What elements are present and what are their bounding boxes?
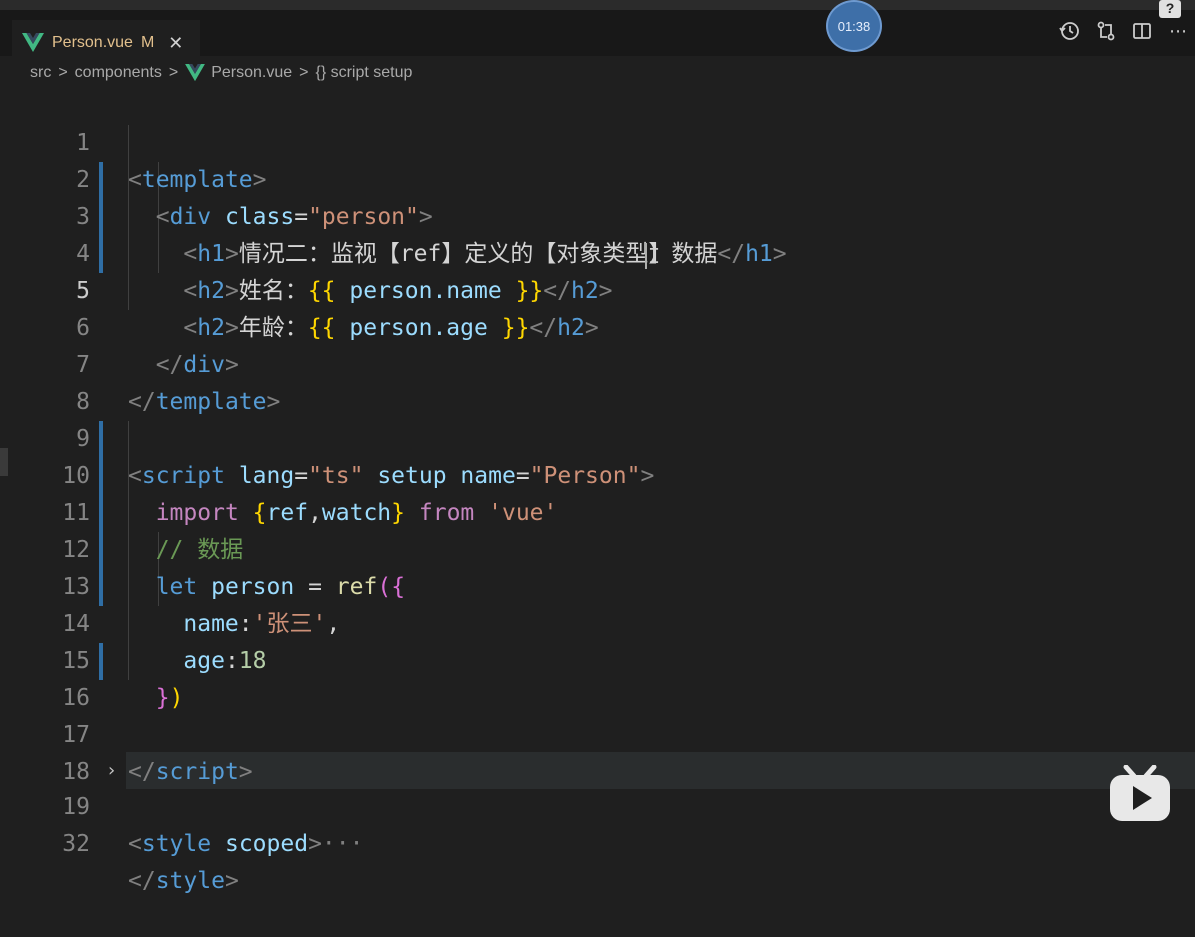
breadcrumb-symbol[interactable]: {} script setup [315, 64, 412, 82]
code-editor[interactable]: 1 <template> 2 <div class="person"> 3 <h… [0, 88, 1195, 894]
code-line: 9 <script lang="ts" setup name="Person"> [0, 384, 1195, 489]
code-line: 16 [0, 643, 1195, 711]
recording-timer: 01:38 [826, 0, 882, 52]
history-icon[interactable] [1059, 20, 1081, 42]
editor-tab-bar: Person.vue M ✕ [0, 10, 1195, 66]
split-editor-icon[interactable] [1131, 20, 1153, 42]
code-line-folded: 19 <style scoped>··· [0, 752, 1195, 857]
breadcrumb-separator: > [58, 64, 68, 81]
breadcrumb-file[interactable]: Person.vue [211, 64, 292, 82]
code-line: 8 [0, 347, 1195, 415]
text-cursor [645, 243, 647, 269]
code-line: 7 </template> [0, 310, 1195, 415]
breadcrumb-src[interactable]: src [30, 64, 51, 82]
help-badge[interactable]: ? [1159, 0, 1181, 18]
tab-label: Person.vue [52, 34, 133, 51]
editor-actions: ⋯ [1059, 20, 1189, 42]
code-line: 14 age:18 [0, 569, 1195, 674]
vue-file-icon [22, 33, 44, 52]
ibeam-pointer-icon: I [648, 244, 661, 268]
modified-badge: M [140, 34, 155, 51]
code-line: 3 <h1>情况二：监视【ref】定义的【对象类型】数据</h1> [0, 162, 1195, 267]
line-number: 32 [62, 831, 90, 857]
code-line: 2 <div class="person"> [0, 125, 1195, 230]
breadcrumb-components[interactable]: components [75, 64, 162, 82]
breadcrumb: src > components > Person.vue > {} scrip… [0, 56, 1195, 90]
close-icon[interactable]: ✕ [168, 33, 183, 54]
code-line-active: 5 <h2>年龄：{{ person.age }}</h2> [0, 236, 1195, 341]
bilibili-play-icon[interactable] [1108, 765, 1172, 823]
window-top-strip [0, 0, 1195, 10]
code-line: 32 </style> [0, 789, 1195, 894]
code-line: 10 import {ref,watch} from 'vue' [0, 421, 1195, 526]
code-line: 6 </div> [0, 273, 1195, 378]
chevron-right-icon[interactable]: › [106, 752, 117, 789]
compare-changes-icon[interactable] [1095, 20, 1117, 42]
code-line: 12 let person = ref({ [0, 495, 1195, 600]
code-line: 4 <h2>姓名：{{ person.name }}</h2> [0, 199, 1195, 304]
more-actions-icon[interactable]: ⋯ [1167, 20, 1189, 42]
code-line: 11 // 数据 [0, 458, 1195, 563]
vue-file-icon [185, 64, 206, 82]
code-line: 13 name:'张三', [0, 532, 1195, 637]
breadcrumb-separator: > [168, 64, 179, 81]
code-line: 18 [0, 717, 1195, 785]
code-line: 15 }) [0, 606, 1195, 711]
code-line: 17 </script> [0, 680, 1195, 785]
breadcrumb-separator: > [299, 64, 309, 81]
code-line: 1 <template> [0, 88, 1195, 193]
folded-ellipsis[interactable]: ··· [322, 831, 364, 857]
